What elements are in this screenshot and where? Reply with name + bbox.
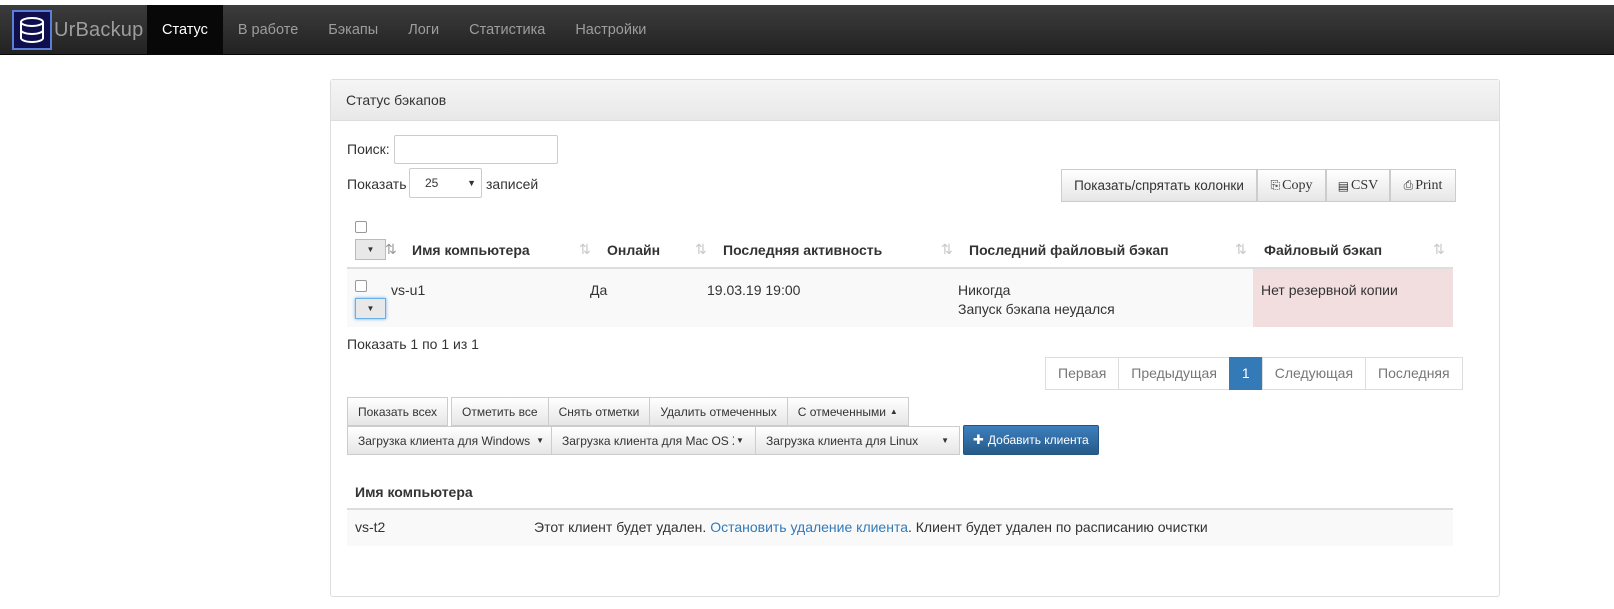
removed-text-after: . Клиент будет удален по расписанию очис… (908, 519, 1208, 535)
sort-icon[interactable]: ⇅ (1433, 241, 1445, 258)
removed-clients-table: Имя компьютера vs-t2 Этот клиент будет у… (347, 477, 1453, 546)
print-icon: ⎙ (1403, 178, 1414, 192)
nav-logs[interactable]: Логи (393, 5, 454, 55)
stop-removal-link[interactable]: Остановить удаление клиента (710, 519, 908, 535)
removed-client-name: vs-t2 (355, 519, 386, 535)
show-all-button[interactable]: Показать всех (347, 397, 448, 426)
page-current[interactable]: 1 (1228, 357, 1263, 390)
select-all-label: Отметить все (462, 404, 538, 419)
deselect-label: Снять отметки (558, 404, 640, 419)
select-all-checkbox[interactable] (355, 221, 367, 233)
sort-icon[interactable]: ⇅ (579, 241, 591, 258)
client-file-backup-status: Нет резервной копии (1261, 282, 1398, 298)
with-selected-label: С отмеченными (797, 404, 886, 419)
entries-label: записей (486, 176, 539, 192)
search-input[interactable] (394, 135, 558, 164)
print-label: Print (1415, 177, 1443, 193)
nav-settings[interactable]: Настройки (560, 5, 661, 55)
col-computer-name[interactable]: Имя компьютера (412, 242, 530, 258)
caret-up-icon: ▲ (889, 407, 898, 416)
col-online[interactable]: Онлайн (607, 242, 660, 258)
csv-label: CSV (1351, 177, 1379, 193)
sort-asc-icon[interactable]: ⇅ (385, 241, 397, 258)
table-info: Показать 1 по 1 из 1 (347, 336, 479, 352)
page-previous[interactable]: Предыдущая (1118, 357, 1230, 390)
deselect-button[interactable]: Снять отметки (547, 397, 651, 426)
delete-selected-button[interactable]: Удалить отмеченных (649, 397, 788, 426)
col-file-backup[interactable]: Файловый бэкап (1264, 242, 1382, 258)
csv-file-icon: ▤ (1337, 178, 1350, 193)
sort-icon[interactable]: ⇅ (941, 241, 953, 258)
with-selected-button[interactable]: С отмеченными ▲ (786, 397, 909, 426)
select-caret-icon: ▼ (467, 178, 476, 188)
column-visibility-button[interactable]: Показать/спрятать колонки (1061, 169, 1257, 202)
page-length-value: 25 (425, 176, 439, 190)
column-visibility-label: Показать/спрятать колонки (1074, 178, 1244, 193)
csv-button[interactable]: ▤ CSV (1326, 169, 1390, 202)
client-downloads: Загрузка клиента для Windows ▼ Загрузка … (347, 426, 960, 455)
page-next[interactable]: Следующая (1261, 357, 1367, 390)
table-row[interactable]: ▼ vs-u1 Да 19.03.19 19:00 Никогда Запуск… (347, 269, 1453, 327)
table-row: vs-t2 Этот клиент будет удален. Останови… (347, 510, 1453, 546)
backup-status-panel: Статус бэкапов Поиск: Показать 25 ▼ запи… (330, 79, 1500, 597)
download-mac-button[interactable]: Загрузка клиента для Mac OS X ▼ (551, 426, 756, 455)
print-button[interactable]: ⎙ Print (1390, 169, 1456, 202)
caret-down-icon: ▼ (941, 436, 949, 445)
download-windows-button[interactable]: Загрузка клиента для Windows ▼ (347, 426, 552, 455)
col-last-file-backup[interactable]: Последний файловый бэкап (969, 242, 1169, 258)
download-mac-label: Загрузка клиента для Mac OS X (562, 433, 734, 448)
caret-down-icon: ▼ (536, 436, 545, 445)
search-label: Поиск: (347, 141, 390, 157)
database-logo-icon (12, 10, 52, 50)
removed-client-message: Этот клиент будет удален. Остановить уда… (534, 519, 1208, 535)
last-file-backup-note: Запуск бэкапа неудался (958, 301, 1115, 317)
row-dropdown-button[interactable]: ▼ (355, 298, 386, 319)
download-linux-label: Загрузка клиента для Linux (766, 433, 919, 448)
top-navbar: UrBackup Статус В работе Бэкапы Логи Ста… (0, 5, 1614, 55)
sort-icon[interactable]: ⇅ (1235, 241, 1247, 258)
page-length-select[interactable]: 25 ▼ (409, 168, 482, 198)
delete-selected-label: Удалить отмеченных (660, 404, 777, 419)
removed-header: Имя компьютера (347, 477, 1453, 510)
page-first[interactable]: Первая (1045, 357, 1120, 390)
page-last[interactable]: Последняя (1365, 357, 1463, 390)
plus-icon: ✚ (973, 432, 984, 447)
show-all-label: Показать всех (358, 404, 437, 419)
clients-table: ▼ ⇅ Имя компьютера ⇅ Онлайн ⇅ Последняя … (347, 218, 1453, 327)
show-label: Показать (347, 176, 407, 192)
download-linux-button[interactable]: Загрузка клиента для Linux ▼ (755, 426, 960, 455)
main-nav: Статус В работе Бэкапы Логи Статистика Н… (147, 5, 661, 55)
copy-label: Copy (1282, 177, 1313, 193)
removed-text-before: Этот клиент будет удален. (534, 519, 707, 535)
copy-icon: ⎘ (1270, 178, 1281, 192)
header-dropdown-button[interactable]: ▼ (355, 239, 386, 260)
brand-name: UrBackup (54, 18, 144, 41)
export-buttons: Показать/спрятать колонки ⎘ Copy ▤ CSV ⎙… (1061, 169, 1456, 202)
select-all-button[interactable]: Отметить все (451, 397, 549, 426)
caret-down-icon: ▼ (736, 436, 744, 445)
add-client-label: Добавить клиента (987, 433, 1089, 447)
client-last-file-backup: Никогда Запуск бэкапа неудался (958, 281, 1115, 319)
client-last-seen: 19.03.19 19:00 (707, 282, 801, 298)
row-checkbox[interactable] (355, 280, 367, 292)
col-last-seen[interactable]: Последняя активность (723, 242, 882, 258)
copy-button[interactable]: ⎘ Copy (1257, 169, 1326, 202)
panel-title: Статус бэкапов (331, 80, 1499, 121)
last-file-backup-value: Никогда (958, 282, 1011, 298)
pagination: Первая Предыдущая 1 Следующая Последняя (1045, 357, 1463, 390)
client-actions: Показать всех Отметить все Снять отметки… (347, 397, 909, 426)
brand[interactable]: UrBackup (12, 10, 144, 50)
client-online: Да (590, 282, 608, 298)
client-name: vs-u1 (391, 282, 426, 298)
table-header: ▼ ⇅ Имя компьютера ⇅ Онлайн ⇅ Последняя … (347, 218, 1453, 269)
nav-status[interactable]: Статус (147, 5, 223, 55)
download-windows-label: Загрузка клиента для Windows (358, 433, 531, 448)
add-client-button[interactable]: ✚ Добавить клиента (963, 425, 1099, 455)
sort-icon[interactable]: ⇅ (695, 241, 707, 258)
nav-statistics[interactable]: Статистика (454, 5, 560, 55)
nav-in-progress[interactable]: В работе (223, 5, 313, 55)
nav-backups[interactable]: Бэкапы (313, 5, 393, 55)
